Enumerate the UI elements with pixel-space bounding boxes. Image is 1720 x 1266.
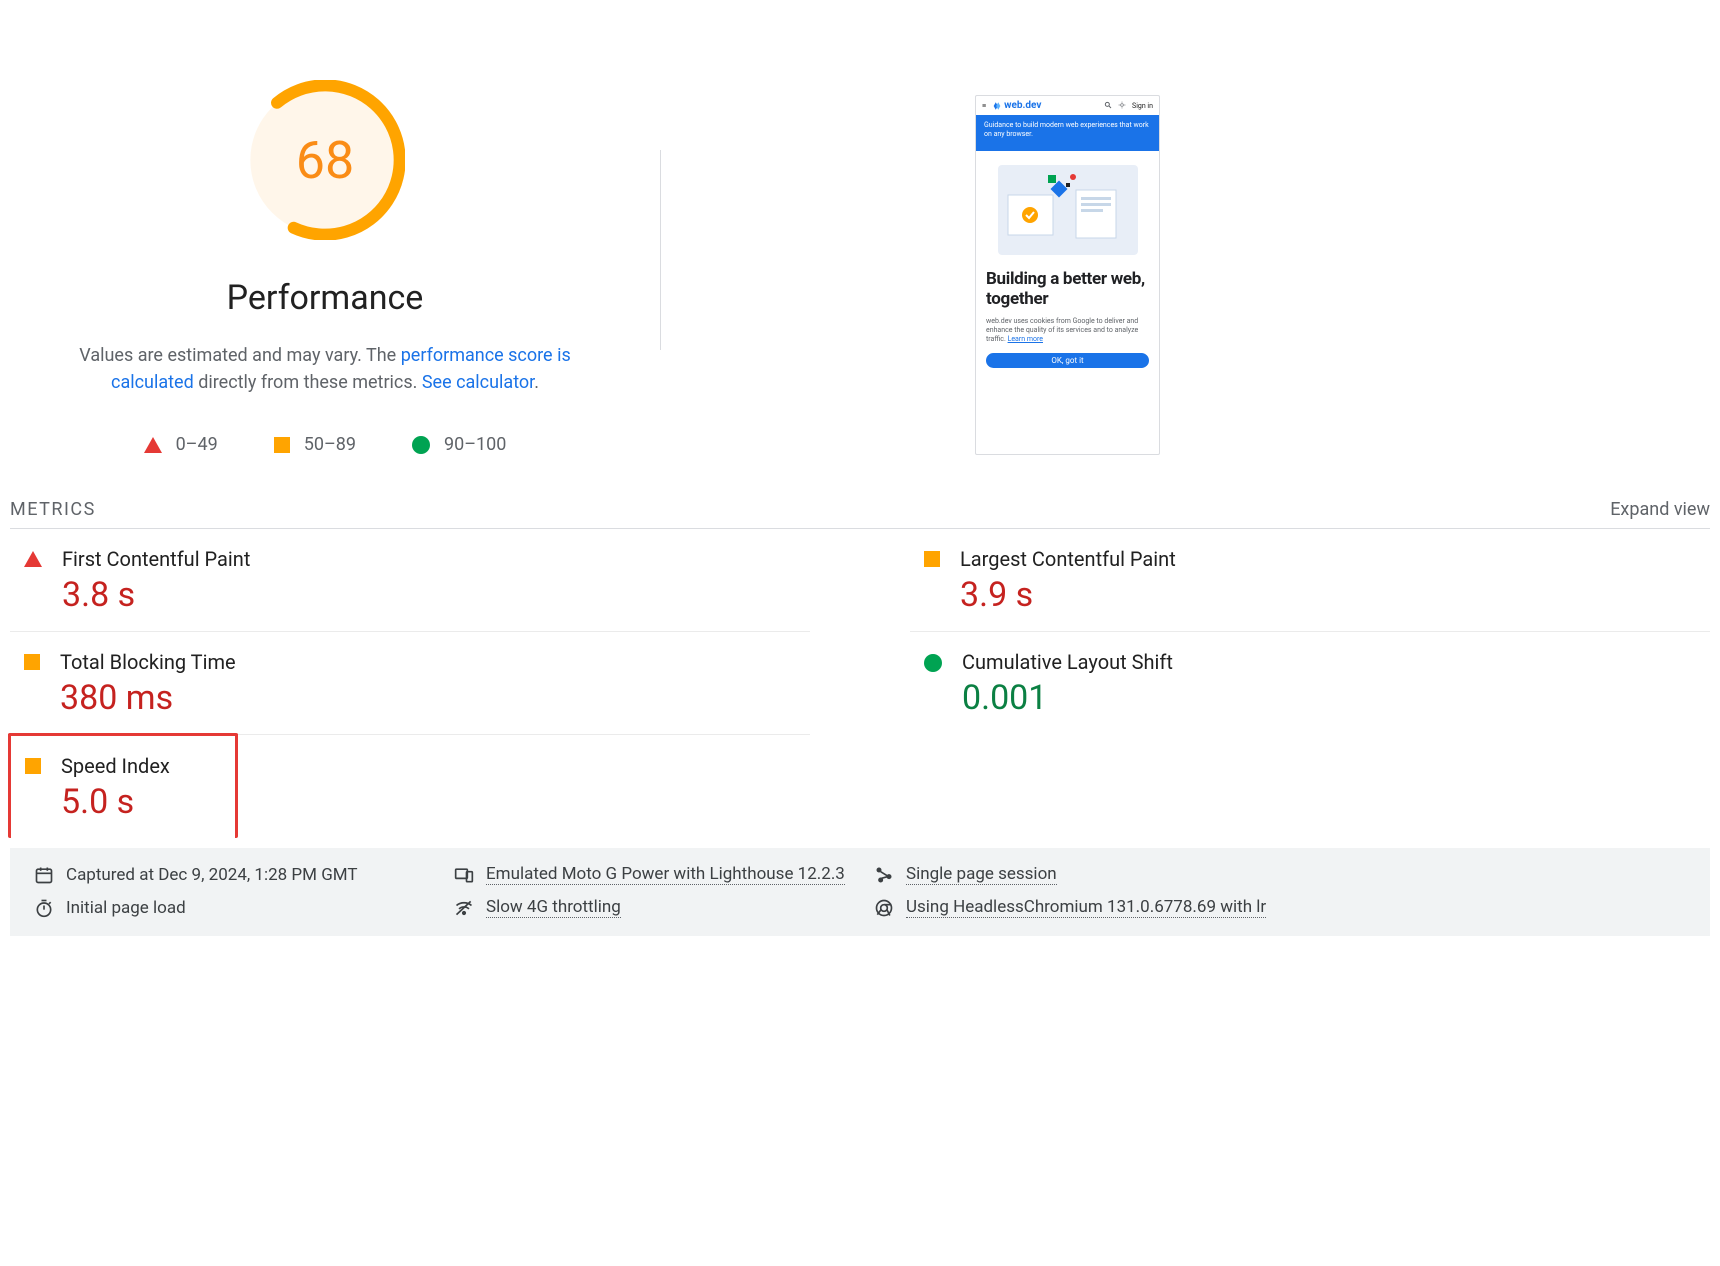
metric-cls-value: 0.001: [962, 678, 1173, 718]
metric-si-value: 5.0 s: [61, 782, 170, 822]
score-legend: 0–49 50–89 90–100: [144, 434, 507, 455]
stopwatch-icon: [34, 898, 54, 918]
performance-gauge: 68: [245, 80, 405, 240]
session-type[interactable]: Single page session: [874, 864, 1686, 885]
thumbnail-cookie-button: OK, got it: [986, 353, 1149, 368]
environment-footer: Captured at Dec 9, 2024, 1:28 PM GMT Emu…: [10, 848, 1710, 936]
square-icon: [274, 437, 290, 453]
circle-icon: [924, 654, 942, 672]
chrome-icon: [874, 898, 894, 918]
triangle-icon: [24, 551, 42, 567]
metric-tbt-value: 380 ms: [60, 678, 236, 718]
page-screenshot-thumbnail: ≡ web.dev Sign in Guidance to build mode…: [975, 95, 1160, 455]
site-logo: web.dev: [992, 100, 1041, 111]
thumbnail-headline: Building a better web, together: [976, 263, 1159, 311]
metric-tbt[interactable]: Total Blocking Time 380 ms: [10, 632, 810, 735]
devices-icon: [454, 865, 474, 885]
signin-label: Sign in: [1132, 102, 1153, 110]
legend-fail: 0–49: [144, 434, 218, 455]
square-icon: [924, 551, 940, 567]
expand-view-button[interactable]: Expand view: [1610, 499, 1710, 520]
performance-description: Values are estimated and may vary. The p…: [45, 342, 605, 396]
performance-title: Performance: [227, 278, 424, 318]
browser-info[interactable]: Using HeadlessChromium 131.0.6778.69 wit…: [874, 897, 1686, 918]
thumbnail-cookie-notice: web.dev uses cookies from Google to deli…: [976, 311, 1159, 348]
see-calculator-link[interactable]: See calculator: [422, 372, 534, 393]
emulated-device[interactable]: Emulated Moto G Power with Lighthouse 12…: [454, 864, 874, 885]
metric-cls[interactable]: Cumulative Layout Shift 0.001: [910, 632, 1710, 734]
legend-average: 50–89: [274, 434, 356, 455]
metrics-section-label: METRICS: [10, 499, 96, 520]
captured-at: Captured at Dec 9, 2024, 1:28 PM GMT: [34, 864, 454, 885]
metric-fcp[interactable]: First Contentful Paint 3.8 s: [10, 529, 810, 632]
calendar-icon: [34, 865, 54, 885]
metric-fcp-value: 3.8 s: [62, 575, 250, 615]
metric-lcp[interactable]: Largest Contentful Paint 3.9 s: [910, 529, 1710, 632]
thumbnail-hero-image: [998, 165, 1138, 255]
metric-si[interactable]: Speed Index 5.0 s: [8, 733, 238, 838]
theme-icon: [1118, 101, 1126, 111]
circle-icon: [412, 436, 430, 454]
network-throttling[interactable]: Slow 4G throttling: [454, 897, 874, 918]
square-icon: [24, 654, 40, 670]
hub-icon: [874, 865, 894, 885]
legend-pass: 90–100: [412, 434, 506, 455]
menu-icon: ≡: [982, 102, 986, 110]
network-icon: [454, 898, 474, 918]
page-load-type: Initial page load: [34, 897, 454, 918]
square-icon: [25, 758, 41, 774]
triangle-icon: [144, 437, 162, 453]
search-icon: [1104, 101, 1112, 111]
thumbnail-banner: Guidance to build modern web experiences…: [976, 115, 1159, 151]
metric-lcp-value: 3.9 s: [960, 575, 1176, 615]
performance-score: 68: [245, 80, 405, 240]
